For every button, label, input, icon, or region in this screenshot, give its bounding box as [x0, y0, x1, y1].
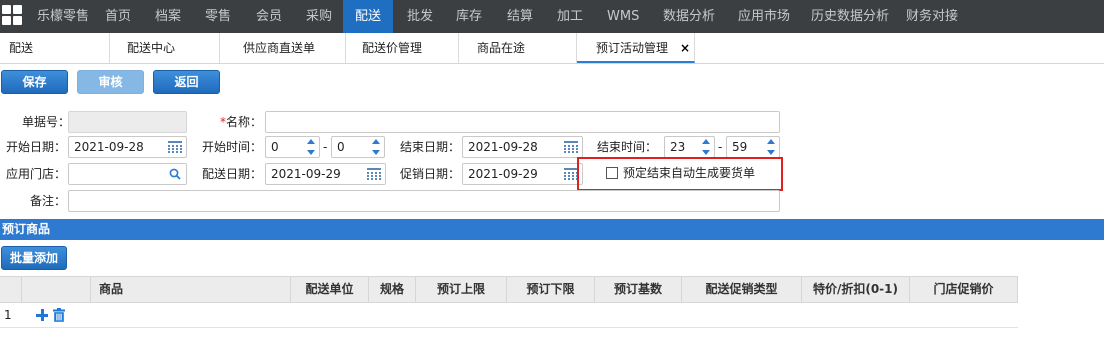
- start-hour-stepper[interactable]: 0: [265, 136, 320, 158]
- promo-date-field[interactable]: 2021-09-29: [462, 163, 583, 185]
- start-minute-value: 0: [337, 140, 345, 154]
- tab-bar: 配送 配送中心 供应商直送单 配送价管理 商品在途 预订活动管理 ×: [0, 33, 1104, 64]
- order-no-field: [68, 111, 187, 133]
- column-header-discount[interactable]: 特价/折扣(0-1): [802, 277, 910, 302]
- tab-delivery-price[interactable]: 配送价管理: [346, 33, 459, 63]
- nav-item-app-market[interactable]: 应用市场: [738, 0, 790, 33]
- plus-icon[interactable]: [36, 309, 48, 321]
- end-date-field[interactable]: 2021-09-28: [462, 136, 583, 158]
- remark-field[interactable]: [68, 190, 780, 212]
- tab-delivery[interactable]: 配送: [0, 33, 110, 63]
- spinner-icon[interactable]: [305, 137, 319, 157]
- store-search-field[interactable]: [68, 163, 187, 185]
- order-no-label: 单据号：: [22, 115, 71, 129]
- calendar-icon[interactable]: [367, 168, 381, 180]
- tab-preorder-activity[interactable]: 预订活动管理 ×: [577, 33, 695, 63]
- nav-brand[interactable]: 乐檬零售: [37, 0, 89, 33]
- end-hour-stepper[interactable]: 23: [664, 136, 715, 158]
- table-row: 1: [0, 303, 1018, 328]
- name-label: *名称：: [220, 111, 262, 133]
- column-header-unit[interactable]: 配送单位: [291, 277, 369, 302]
- name-label-text: 名称：: [226, 115, 263, 129]
- nav-item-wholesale[interactable]: 批发: [407, 0, 433, 33]
- column-header-index: [0, 277, 22, 302]
- review-button[interactable]: 审核: [77, 70, 144, 94]
- promo-date-label: 促销日期：: [400, 167, 461, 181]
- column-header-store-price[interactable]: 门店促销价: [910, 277, 1018, 302]
- nav-item-archive[interactable]: 档案: [155, 0, 181, 33]
- nav-item-history-analysis[interactable]: 历史数据分析: [811, 0, 889, 33]
- start-date-field[interactable]: 2021-09-28: [68, 136, 187, 158]
- delivery-date-value: 2021-09-29: [271, 167, 341, 181]
- spinner-icon[interactable]: [765, 137, 779, 157]
- tab-preorder-activity-label: 预订活动管理: [596, 41, 669, 55]
- tab-goods-in-transit[interactable]: 商品在途: [459, 33, 577, 63]
- start-date-label: 开始日期：: [6, 140, 67, 154]
- nav-item-settlement[interactable]: 结算: [507, 0, 533, 33]
- remark-label: 备注：: [30, 194, 67, 208]
- auto-generate-checkbox[interactable]: [606, 167, 618, 179]
- spinner-icon[interactable]: [700, 137, 714, 157]
- tab-delivery-center[interactable]: 配送中心: [110, 33, 220, 63]
- nav-item-member[interactable]: 会员: [256, 0, 282, 33]
- app-grid-icon[interactable]: [2, 5, 24, 27]
- column-header-base[interactable]: 预订基数: [595, 277, 682, 302]
- column-header-goods[interactable]: 商品: [91, 277, 291, 302]
- start-date-value: 2021-09-28: [74, 140, 144, 154]
- calendar-icon[interactable]: [168, 141, 182, 153]
- top-navigation-bar: 乐檬零售 首页 档案 零售 会员 采购 配送 批发 库存 结算 加工 WMS 数…: [0, 0, 1104, 33]
- start-minute-stepper[interactable]: 0: [331, 136, 385, 158]
- tab-supplier-direct[interactable]: 供应商直送单: [220, 33, 346, 63]
- start-time-label: 开始时间：: [202, 140, 263, 154]
- end-time-label: 结束时间：: [597, 140, 658, 154]
- column-header-promo-type[interactable]: 配送促销类型: [682, 277, 802, 302]
- nav-item-purchase[interactable]: 采购: [306, 0, 332, 33]
- column-header-min[interactable]: 预订下限: [507, 277, 595, 302]
- time-separator: -: [323, 140, 328, 154]
- end-hour-value: 23: [670, 140, 686, 154]
- promo-date-value: 2021-09-29: [468, 167, 538, 181]
- trash-icon[interactable]: [53, 308, 65, 322]
- back-button[interactable]: 返回: [153, 70, 220, 94]
- column-header-max[interactable]: 预订上限: [416, 277, 507, 302]
- nav-item-home[interactable]: 首页: [105, 0, 131, 33]
- nav-item-delivery[interactable]: 配送: [343, 0, 393, 33]
- search-icon[interactable]: [169, 168, 181, 180]
- column-header-spec[interactable]: 规格: [369, 277, 416, 302]
- nav-item-data-analysis[interactable]: 数据分析: [663, 0, 715, 33]
- calendar-icon[interactable]: [564, 168, 578, 180]
- delivery-date-field[interactable]: 2021-09-29: [265, 163, 386, 185]
- nav-item-processing[interactable]: 加工: [557, 0, 583, 33]
- save-button[interactable]: 保存: [1, 70, 68, 94]
- start-hour-value: 0: [271, 140, 279, 154]
- store-label: 应用门店：: [6, 167, 67, 181]
- spinner-icon[interactable]: [370, 137, 384, 157]
- nav-item-wms[interactable]: WMS: [607, 0, 639, 33]
- nav-item-inventory[interactable]: 库存: [456, 0, 482, 33]
- row-index: 1: [4, 308, 12, 322]
- calendar-icon[interactable]: [564, 141, 578, 153]
- nav-item-retail[interactable]: 零售: [205, 0, 231, 33]
- time-separator: -: [718, 140, 723, 154]
- batch-add-button[interactable]: 批量添加: [1, 246, 67, 270]
- column-header-actions: [22, 277, 91, 302]
- nav-item-finance[interactable]: 财务对接: [906, 0, 958, 33]
- close-icon[interactable]: ×: [680, 33, 690, 63]
- name-field[interactable]: [265, 111, 780, 133]
- auto-generate-label[interactable]: 预定结束自动生成要货单: [623, 162, 755, 184]
- delivery-date-label: 配送日期：: [202, 167, 263, 181]
- end-minute-value: 59: [732, 140, 748, 154]
- table-header: 商品 配送单位 规格 预订上限 预订下限 预订基数 配送促销类型 特价/折扣(0…: [0, 276, 1018, 303]
- end-minute-stepper[interactable]: 59: [726, 136, 780, 158]
- end-date-value: 2021-09-28: [468, 140, 538, 154]
- end-date-label: 结束日期：: [400, 140, 461, 154]
- section-header: 预订商品: [0, 219, 1104, 240]
